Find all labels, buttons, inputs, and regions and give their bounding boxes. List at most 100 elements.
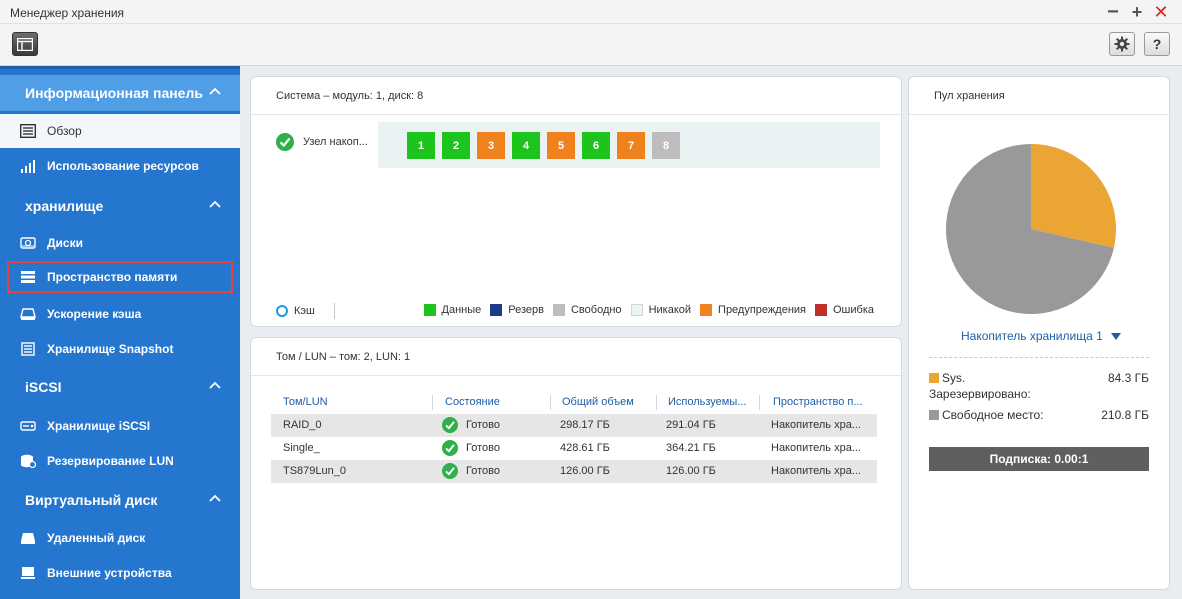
chevron-up-icon [209,200,221,208]
legend-label: Никакой [648,304,692,316]
overview-icon [20,124,36,138]
column-divider [759,395,760,410]
column-header-total[interactable]: Общий объем [562,396,634,408]
external-device-icon [21,567,35,579]
cell-status: Готово [466,419,500,431]
disk-bay-1[interactable]: 1 [407,132,435,159]
disk-bays: 12345678 [378,122,880,168]
pool-selector-dropdown[interactable]: Накопитель хранилища 1 [961,329,1121,343]
cache-label: Кэш [294,305,315,317]
cell-pool: Накопитель хра... [771,442,861,454]
sidebar-item-label: Резервирование LUN [47,454,174,468]
table-row[interactable]: TS879Lun_0 Готово 126.00 ГБ 126.00 ГБ На… [271,460,877,483]
sidebar-item-lun-backup[interactable]: Резервирование LUN [0,444,240,478]
window-title: Менеджер хранения [10,6,125,20]
volume-panel-title: Том / LUN – том: 2, LUN: 1 [251,338,901,376]
legend-swatch [552,304,565,316]
legend-label: Ошибка [833,304,874,316]
table-row[interactable]: Single_ Готово 428.61 ГБ 364.21 ГБ Накоп… [271,437,877,460]
sidebar-item-remote-disk[interactable]: Удаленный диск [0,521,240,555]
cell-pool: Накопитель хра... [771,419,861,431]
volume-table: Том/LUN Состояние Общий объем Используем… [271,392,877,483]
sidebar-item-overview[interactable]: Обзор [0,114,240,148]
storage-node[interactable]: Узел накоп... [276,133,368,151]
sidebar-item-label: Ускорение кэша [47,307,142,321]
minimize-icon[interactable]: − [1104,2,1122,22]
close-icon[interactable]: ✕ [1152,3,1170,21]
pool-sys-line: Sys. 84.3 ГБ [929,371,1149,385]
sidebar-item-storage-space[interactable]: Пространство памяти [6,260,234,294]
sidebar-item-cache-acceleration[interactable]: Ускорение кэша [0,297,240,331]
pool-free-value: 210.8 ГБ [1101,408,1149,422]
pool-reserved-label: Зарезервировано: [929,387,1031,401]
check-circle-icon [276,133,294,151]
check-circle-icon [442,440,458,456]
legend-item: Ошибка [815,304,874,316]
sidebar-section-virtual-disk[interactable]: Виртуальный диск [0,482,240,518]
sidebar: Информационная панель Обзор Использовани… [0,66,240,599]
legend-swatch [630,304,643,316]
section-label: iSCSI [25,379,62,395]
sidebar-item-snapshot[interactable]: Хранилище Snapshot [0,332,240,366]
section-label: Виртуальный диск [25,492,158,508]
pool-sys-value: 84.3 ГБ [1107,371,1149,385]
legend-swatch [929,373,939,383]
column-header-used[interactable]: Используемы... [668,396,746,408]
cell-name: Single_ [283,442,320,454]
column-divider [656,395,657,410]
settings-button[interactable] [1109,32,1135,56]
subscription-bar: Подписка: 0.00:1 [929,447,1149,471]
chevron-up-icon [209,87,221,95]
sidebar-item-label: Обзор [47,124,82,138]
cache-indicator: Кэш [276,305,315,317]
cell-used: 291.04 ГБ [666,419,716,431]
disk-bay-3[interactable]: 3 [477,132,505,159]
disk-bay-2[interactable]: 2 [442,132,470,159]
sidebar-item-resource-usage[interactable]: Использование ресурсов [0,149,240,183]
legend-swatch [929,410,939,420]
maximize-icon[interactable]: + [1128,3,1146,21]
help-button[interactable]: ? [1144,32,1170,56]
legend-label: Резерв [508,304,544,316]
disk-bay-6[interactable]: 6 [582,132,610,159]
disk-bay-8[interactable]: 8 [652,132,680,159]
pool-sys-label: Sys. [942,371,966,385]
sidebar-section-dashboard[interactable]: Информационная панель [0,75,240,111]
iscsi-icon [20,421,36,431]
cell-total: 298.17 ГБ [560,419,610,431]
cell-name: TS879Lun_0 [283,465,346,477]
sidebar-section-iscsi[interactable]: iSCSI [0,369,240,405]
column-header-pool[interactable]: Пространство п... [773,396,863,408]
disk-bay-4[interactable]: 4 [512,132,540,159]
sidebar-item-external-devices[interactable]: Внешние устройства [0,556,240,590]
column-header-status[interactable]: Состояние [445,396,500,408]
cell-total: 428.61 ГБ [560,442,610,454]
pool-free-line: Свободное место: 210.8 ГБ [929,408,1149,422]
section-label: хранилище [25,198,104,214]
toolbar: ? [0,24,1182,66]
toggle-sidebar-button[interactable] [12,32,38,56]
table-row[interactable]: RAID_0 Готово 298.17 ГБ 291.04 ГБ Накопи… [271,414,877,437]
column-header-volume[interactable]: Том/LUN [283,396,328,408]
pool-reserved-line: Зарезервировано: [929,387,1149,401]
sidebar-item-label: Хранилище Snapshot [47,342,174,356]
section-label: Информационная панель [25,85,203,101]
column-divider [432,395,433,410]
caret-down-icon [1110,332,1121,340]
gear-icon [1114,36,1130,52]
sidebar-item-disks[interactable]: Диски [0,226,240,260]
layout-icon [17,37,33,51]
cache-icon [20,308,36,320]
legend-item: Данные [423,304,481,316]
node-label: Узел накоп... [303,136,368,148]
sidebar-section-storage[interactable]: хранилище [0,188,240,224]
disk-icon [20,237,36,249]
cell-status: Готово [466,465,500,477]
disk-bay-5[interactable]: 5 [547,132,575,159]
sidebar-item-label: Хранилище iSCSI [47,419,151,433]
check-circle-icon [442,417,458,433]
disk-bay-7[interactable]: 7 [617,132,645,159]
legend-swatch [490,304,503,316]
sidebar-item-iscsi-storage[interactable]: Хранилище iSCSI [0,409,240,443]
system-panel: Система – модуль: 1, диск: 8 Узел накоп.… [250,76,902,327]
